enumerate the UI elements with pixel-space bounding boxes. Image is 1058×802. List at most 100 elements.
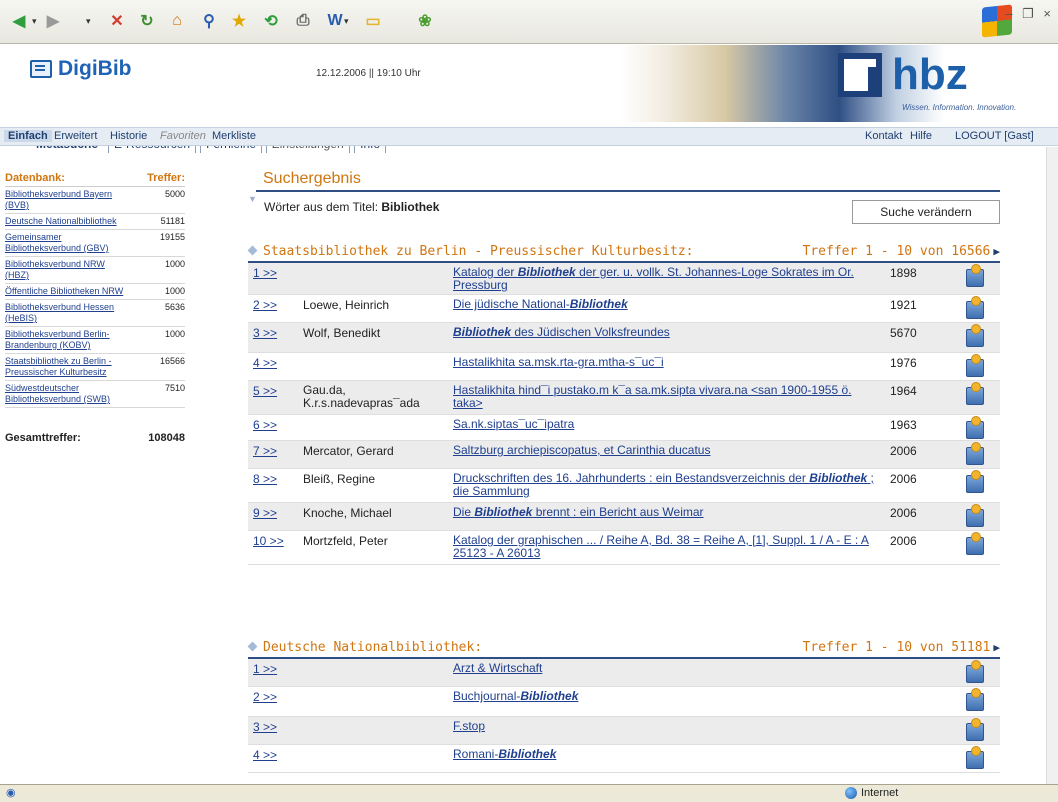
subnav-logout-gast[interactable]: LOGOUT [Gast]: [955, 130, 1034, 142]
print-button[interactable]: ⎙: [290, 8, 316, 34]
result-title-link[interactable]: Die Bibliothek brennt : ein Bericht aus …: [453, 506, 883, 519]
result-title-link[interactable]: Saltzburg archiepiscopatus, et Carinthia…: [453, 444, 883, 457]
order-bag-icon[interactable]: [966, 504, 984, 527]
section-range-label: Treffer 1 - 10 von 16566: [802, 244, 991, 259]
total-hits: Gesamttreffer: 108048: [5, 432, 185, 444]
back-button[interactable]: ◀: [6, 8, 32, 34]
sidebar-database-row: Staatsbibliothek zu Berlin - Preussische…: [5, 354, 185, 381]
database-link[interactable]: Bibliotheksverbund Berlin-Brandenburg (K…: [5, 329, 125, 351]
subnav-erweitert[interactable]: Erweitert: [54, 130, 97, 142]
result-title-link[interactable]: Romani-Bibliothek: [453, 748, 883, 761]
result-title-link[interactable]: Die jüdische National-Bibliothek: [453, 298, 883, 311]
result-number-link[interactable]: 5 >>: [253, 384, 277, 398]
result-section: Staatsbibliothek zu Berlin - Preussische…: [247, 244, 1000, 565]
result-number-link[interactable]: 1 >>: [253, 662, 277, 676]
result-number-link[interactable]: 10 >>: [253, 534, 284, 548]
result-number-link[interactable]: 7 >>: [253, 444, 277, 458]
database-link[interactable]: Öffentliche Bibliotheken NRW: [5, 286, 125, 297]
database-link[interactable]: Bibliotheksverbund Bayern (BVB): [5, 189, 125, 211]
result-title-link[interactable]: Arzt & Wirtschaft: [453, 662, 883, 675]
result-number-link[interactable]: 4 >>: [253, 748, 277, 762]
result-number-link[interactable]: 3 >>: [253, 326, 277, 340]
result-number-link[interactable]: 2 >>: [253, 690, 277, 704]
result-title-link[interactable]: Bibliothek des Jüdischen Volksfreundes: [453, 326, 883, 339]
subnav-historie[interactable]: Historie: [110, 130, 147, 142]
order-bag-icon[interactable]: [966, 442, 984, 465]
section-title: Deutsche Nationalbibliothek:: [263, 640, 483, 655]
star-icon: ★: [231, 13, 247, 30]
result-title-link[interactable]: Hastalikhita hind¯i pustako.m k¯a sa.mk.…: [453, 384, 883, 410]
order-bag-icon[interactable]: [966, 324, 984, 347]
result-title-link[interactable]: F.stop: [453, 720, 883, 733]
order-bag-icon[interactable]: [966, 264, 984, 287]
subnav-hilfe[interactable]: Hilfe: [910, 130, 932, 142]
hbz-logo[interactable]: hbz: [838, 53, 968, 97]
title-text: F.stop: [453, 719, 486, 733]
result-title-link[interactable]: Sa.nk.siptas¯uc¯ipatra: [453, 418, 883, 431]
sidebar-col-hits: Treffer:: [147, 172, 185, 184]
subnav-favoriten[interactable]: Favoriten: [160, 130, 206, 142]
result-title-link[interactable]: Buchjournal-Bibliothek: [453, 690, 883, 703]
order-bag-icon[interactable]: [966, 382, 984, 405]
favorites-button[interactable]: ★: [226, 8, 252, 34]
next-page-icon[interactable]: ▶: [993, 641, 1000, 654]
back-dropdown-icon[interactable]: ▾: [32, 16, 37, 27]
result-title-link[interactable]: Katalog der graphischen ... / Reihe A, B…: [453, 534, 883, 560]
result-number-link[interactable]: 3 >>: [253, 720, 277, 734]
order-bag-icon[interactable]: [966, 296, 984, 319]
order-bag-icon[interactable]: [966, 718, 984, 741]
subnav-merkliste[interactable]: Merkliste: [212, 130, 256, 142]
result-section: Deutsche Nationalbibliothek: Treffer 1 - …: [247, 640, 1000, 773]
plugin-button[interactable]: ❀: [412, 8, 438, 34]
folder-button[interactable]: ▭: [360, 8, 386, 34]
result-number-link[interactable]: 6 >>: [253, 418, 277, 432]
search-button[interactable]: ⚲: [196, 8, 222, 34]
database-link[interactable]: Südwestdeutscher Bibliotheksverbund (SWB…: [5, 383, 125, 405]
change-search-button[interactable]: Suche verändern: [852, 200, 1000, 224]
forward-button[interactable]: ▶: [40, 8, 66, 34]
result-title-link[interactable]: Katalog der Bibliothek der ger. u. vollk…: [453, 266, 883, 292]
subnav-kontakt[interactable]: Kontakt: [865, 130, 902, 142]
database-link[interactable]: Deutsche Nationalbibliothek: [5, 216, 125, 227]
result-title-link[interactable]: Druckschriften des 16. Jahrhunderts : ei…: [453, 472, 883, 498]
database-link[interactable]: Gemeinsamer Bibliotheksverbund (GBV): [5, 232, 125, 254]
result-number-link[interactable]: 2 >>: [253, 298, 277, 312]
result-number-link[interactable]: 8 >>: [253, 472, 277, 486]
database-link[interactable]: Bibliotheksverbund Hessen (HeBIS): [5, 302, 125, 324]
home-button[interactable]: ⌂: [164, 8, 190, 34]
section-range-label: Treffer 1 - 10 von 51181: [802, 640, 991, 655]
order-bag-icon[interactable]: [966, 354, 984, 377]
result-year: 1921: [890, 298, 917, 312]
title-text: Katalog der graphischen ... / Reihe A, B…: [453, 533, 869, 560]
result-row: 2 >> Loewe, Heinrich Die jüdische National…: [248, 295, 1000, 323]
digibib-logo[interactable]: DigiBib: [30, 57, 132, 81]
result-row: 3 >> F.stop: [248, 717, 1000, 745]
order-bag-icon[interactable]: [966, 660, 984, 683]
database-link[interactable]: Bibliotheksverbund NRW (HBZ): [5, 259, 125, 281]
order-bag-icon[interactable]: [966, 532, 984, 555]
order-bag-icon[interactable]: [966, 746, 984, 769]
word-dropdown-icon[interactable]: ▾: [344, 16, 349, 27]
database-link[interactable]: Staatsbibliothek zu Berlin - Preussische…: [5, 356, 125, 378]
result-year: 2006: [890, 472, 917, 486]
order-bag-icon[interactable]: [966, 470, 984, 493]
page-scrollbar[interactable]: [1046, 147, 1058, 784]
forward-dropdown-icon[interactable]: ▾: [86, 16, 91, 27]
sidebar-col-database: Datenbank:: [5, 172, 65, 184]
title-text: Die jüdische National-: [453, 297, 570, 311]
order-bag-icon[interactable]: [966, 688, 984, 711]
result-title-link[interactable]: Hastalikhita sa.msk.rta-gra.mtha-s¯uc¯i: [453, 356, 883, 369]
history-button[interactable]: ⟲: [258, 8, 284, 34]
subnav-einfach[interactable]: Einfach: [4, 130, 52, 142]
result-number-link[interactable]: 4 >>: [253, 356, 277, 370]
window-controls[interactable]: – ❐ ×: [1005, 6, 1054, 22]
result-number-link[interactable]: 1 >>: [253, 266, 277, 280]
flower-icon: ❀: [418, 13, 432, 30]
result-row: 2 >> Buchjournal-Bibliothek: [248, 687, 1000, 717]
result-number-link[interactable]: 9 >>: [253, 506, 277, 520]
order-bag-icon[interactable]: [966, 416, 984, 439]
refresh-button[interactable]: ↻: [134, 8, 160, 34]
stop-button[interactable]: ✕: [104, 8, 130, 34]
next-page-icon[interactable]: ▶: [993, 245, 1000, 258]
sub-navigation: Einfach Erweitert Historie Favoriten Merklis…: [0, 127, 1058, 146]
